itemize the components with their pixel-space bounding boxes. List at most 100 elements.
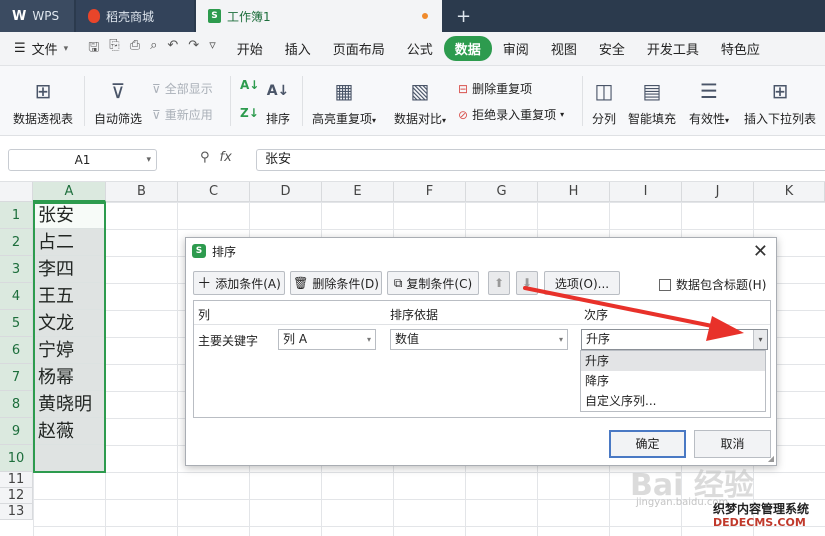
col-header[interactable]: D bbox=[250, 182, 322, 202]
pivot-table-button[interactable]: ⊞ 数据透视表 bbox=[10, 66, 76, 136]
save-icon[interactable]: 🖫 bbox=[88, 38, 99, 60]
hamburger-icon: ☰ bbox=[14, 41, 26, 56]
row-header[interactable]: 6 bbox=[0, 337, 33, 364]
copy-condition-button[interactable]: ⧉ 复制条件(C) bbox=[387, 271, 479, 295]
col-header[interactable]: C bbox=[178, 182, 250, 202]
move-up-button[interactable]: ⬆ bbox=[488, 271, 510, 295]
menu-item-developer[interactable]: 开发工具 bbox=[636, 36, 710, 61]
col-header[interactable]: J bbox=[682, 182, 754, 202]
basis-select-value: 数值 bbox=[395, 332, 420, 346]
highlight-icon: ▦ bbox=[334, 79, 354, 103]
has-header-checkbox[interactable]: 数据包含标题(H) bbox=[659, 276, 766, 293]
menu-item-special[interactable]: 特色应 bbox=[710, 36, 771, 61]
row-header[interactable]: 13 bbox=[0, 504, 33, 520]
order-option-descending[interactable]: 降序 bbox=[581, 371, 765, 391]
remove-duplicates-button[interactable]: ⊟ 删除重复项 bbox=[458, 80, 532, 97]
ribbon-divider bbox=[230, 76, 231, 126]
export-icon[interactable]: ⎘ bbox=[109, 38, 119, 60]
customize-icon[interactable]: ▿ bbox=[209, 38, 216, 60]
formula-icons: ⚲ fx bbox=[200, 150, 232, 165]
menu-item-security[interactable]: 安全 bbox=[588, 36, 636, 61]
new-tab-button[interactable]: + bbox=[442, 0, 485, 32]
redo-icon[interactable]: ↷ bbox=[188, 38, 199, 60]
col-header[interactable]: G bbox=[466, 182, 538, 202]
col-header[interactable]: I bbox=[610, 182, 682, 202]
show-all-button[interactable]: ⊽ 全部显示 bbox=[152, 80, 213, 97]
col-header[interactable]: E bbox=[322, 182, 394, 202]
sort-descending-icon[interactable]: Z↓ bbox=[240, 106, 259, 120]
move-down-button[interactable]: ⬇ bbox=[516, 271, 538, 295]
row-header[interactable]: 8 bbox=[0, 391, 33, 418]
add-condition-button[interactable]: ＋ 添加条件(A) bbox=[193, 271, 285, 295]
menu-item-review[interactable]: 审阅 bbox=[492, 36, 540, 61]
formula-input[interactable]: 张安 bbox=[256, 149, 825, 171]
menu-item-view[interactable]: 视图 bbox=[540, 36, 588, 61]
order-option-custom[interactable]: 自定义序列... bbox=[581, 391, 765, 411]
tab-label: 工作簿1 bbox=[227, 9, 271, 24]
row-header[interactable]: 10 bbox=[0, 445, 33, 472]
split-columns-button[interactable]: ◫ 分列 bbox=[588, 66, 620, 136]
row-header[interactable]: 11 bbox=[0, 472, 33, 488]
arrow-up-icon: ⬆ bbox=[493, 276, 505, 290]
highlight-duplicates-label: 高亮重复项▾ bbox=[311, 112, 377, 126]
col-header[interactable]: B bbox=[106, 182, 178, 202]
basis-select[interactable]: 数值 ▾ bbox=[390, 329, 568, 350]
undo-icon[interactable]: ↶ bbox=[167, 38, 178, 60]
sort-ascending-icon[interactable]: A↓ bbox=[240, 78, 259, 92]
print-preview-icon[interactable]: ⌕ bbox=[150, 38, 157, 60]
reject-duplicates-button[interactable]: ⊘ 拒绝录入重复项 ▾ bbox=[458, 106, 564, 123]
fx-icon[interactable]: fx bbox=[220, 150, 232, 165]
row-header[interactable]: 4 bbox=[0, 283, 33, 310]
row-header[interactable]: 7 bbox=[0, 364, 33, 391]
col-header[interactable]: A bbox=[33, 182, 106, 202]
row-header[interactable]: 5 bbox=[0, 310, 33, 337]
tab-docer-store[interactable]: 稻壳商城 bbox=[76, 0, 194, 32]
order-select[interactable]: 升序 ▾ bbox=[581, 329, 768, 350]
menu-item-formula[interactable]: 公式 bbox=[396, 36, 444, 61]
remove-duplicates-icon: ⊟ bbox=[458, 81, 469, 96]
zoom-icon[interactable]: ⚲ bbox=[200, 150, 210, 165]
tab-workbook[interactable]: S 工作簿1 bbox=[196, 0, 442, 32]
options-button[interactable]: 选项(O)... bbox=[544, 271, 620, 295]
col-header[interactable]: F bbox=[394, 182, 466, 202]
copy-condition-label: 复制条件(C) bbox=[406, 276, 473, 291]
validity-button[interactable]: ☰ 有效性▾ bbox=[684, 66, 734, 136]
col-header[interactable]: H bbox=[538, 182, 610, 202]
menu-item-data[interactable]: 数据 bbox=[443, 36, 492, 61]
highlight-duplicates-button[interactable]: ▦ 高亮重复项▾ bbox=[308, 66, 380, 136]
auto-filter-button[interactable]: ⊽ 自动筛选 bbox=[92, 66, 144, 136]
menu-item-insert[interactable]: 插入 bbox=[274, 36, 322, 61]
select-all-corner[interactable] bbox=[0, 182, 33, 202]
row-header[interactable]: 1 bbox=[0, 202, 33, 229]
ribbon-divider bbox=[302, 76, 303, 126]
sort-button[interactable]: A↓ 排序 bbox=[262, 66, 294, 136]
row-header[interactable]: 2 bbox=[0, 229, 33, 256]
sort-label: 排序 bbox=[265, 112, 290, 126]
chevron-down-icon[interactable]: ▾ bbox=[753, 330, 767, 349]
tab-wps[interactable]: W WPS bbox=[0, 0, 74, 32]
menu-item-page-layout[interactable]: 页面布局 bbox=[322, 36, 396, 61]
sort-dialog: S 排序 ✕ ＋ 添加条件(A) 🗑 删除条件(D) ⧉ 复制条件(C) ⬆ ⬇… bbox=[185, 237, 777, 466]
column-select[interactable]: 列 A ▾ bbox=[278, 329, 376, 350]
file-menu[interactable]: ☰ 文件 ▾ bbox=[0, 39, 78, 58]
insert-dropdown-list-button[interactable]: ⊞ 插入下拉列表 bbox=[742, 66, 818, 136]
data-compare-button[interactable]: ▧ 数据对比▾ bbox=[388, 66, 452, 136]
close-icon[interactable]: ✕ bbox=[753, 241, 768, 262]
row-header[interactable]: 3 bbox=[0, 256, 33, 283]
menu-item-start[interactable]: 开始 bbox=[226, 36, 274, 61]
resize-grip-icon[interactable]: ◢ bbox=[768, 454, 774, 463]
delete-condition-button[interactable]: 🗑 删除条件(D) bbox=[290, 271, 382, 295]
reapply-button[interactable]: ⊽ 重新应用 bbox=[152, 106, 213, 123]
row-header[interactable]: 9 bbox=[0, 418, 33, 445]
row-header[interactable]: 12 bbox=[0, 488, 33, 504]
dialog-title-bar[interactable]: S 排序 ✕ bbox=[186, 238, 776, 264]
name-box[interactable]: A1 ▾ bbox=[8, 149, 157, 171]
order-option-ascending[interactable]: 升序 bbox=[581, 351, 765, 371]
print-icon[interactable]: ⎙ bbox=[130, 38, 140, 60]
smart-fill-button[interactable]: ▤ 智能填充 bbox=[624, 66, 680, 136]
col-header[interactable]: K bbox=[754, 182, 825, 202]
ok-button[interactable]: 确定 bbox=[609, 430, 686, 458]
cancel-button[interactable]: 取消 bbox=[694, 430, 771, 458]
checkbox-box[interactable] bbox=[659, 278, 671, 291]
insert-dropdown-icon: ⊞ bbox=[771, 79, 789, 103]
